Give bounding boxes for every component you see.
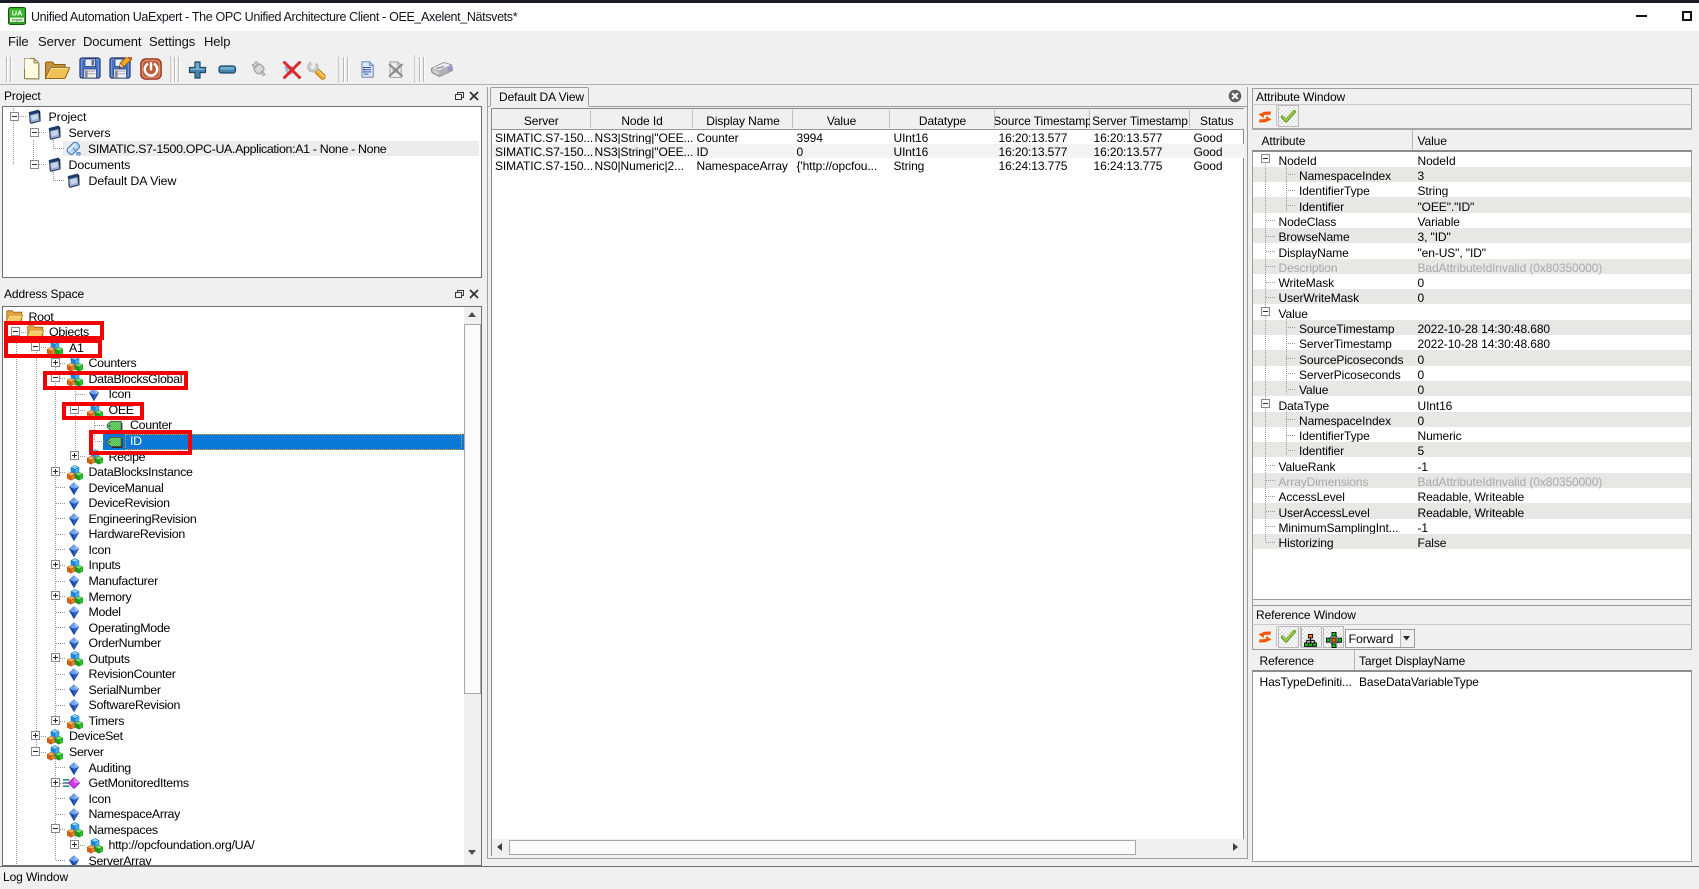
svg-text:expert: expert xyxy=(12,17,24,22)
